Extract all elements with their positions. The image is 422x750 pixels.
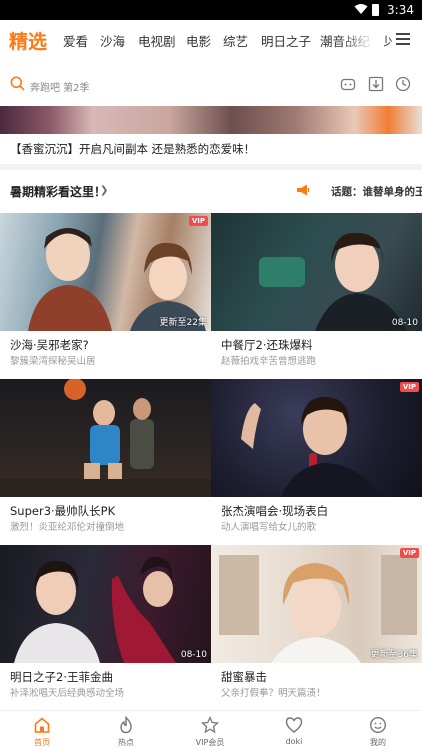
video-card[interactable]: Super3·最帅队长PK 激烈！炎亚纶邓伦对撞倒地 [0,379,211,539]
video-card[interactable]: VIP 更新至22集 沙海·吴邪老家? 黎簇梁湾探秘吴山居 [0,213,211,373]
card-title[interactable]: 中餐厅2·还珠爆料 [221,337,312,353]
thumbnail-art [0,379,211,497]
nav-label: doki [285,737,303,746]
tab-channel[interactable]: 明日之子 [261,31,311,50]
tab-featured[interactable]: 精选 [9,27,47,54]
video-thumbnail: 08-10 [0,545,211,663]
nav-doki[interactable]: doki [252,711,336,750]
clock: 3:34 [387,3,414,17]
thumbnail-art [219,555,417,663]
section-title[interactable]: 暑期精彩看这里！ [10,183,106,200]
nav-profile[interactable]: 我的 [336,711,420,750]
card-subtitle: 父亲打假拳？明天篇渍！ [221,688,326,699]
episode-count: 更新至22集 [159,318,207,328]
video-thumbnail: 08-10 [211,213,422,331]
thumbnail-art [259,232,407,331]
channel-fade [340,20,384,58]
video-thumbnail: VIP [211,379,422,497]
nav-hot[interactable]: 热点 [84,711,168,750]
status-bar: 3:34 [0,0,422,20]
flame-icon [120,716,132,734]
nav-label: VIP会员 [195,738,225,747]
search-placeholder: 奔跑吧 第2季 [30,83,90,94]
section-divider [0,164,422,170]
vip-badge: VIP [399,382,419,392]
banner-image[interactable] [0,106,422,134]
nav-home[interactable]: 首页 [0,711,84,750]
card-subtitle: 黎簇梁湾探秘吴山居 [10,356,96,367]
nav-vip[interactable]: VIP会员 [168,711,252,750]
download-icon[interactable] [368,76,384,92]
channel-menu-icon[interactable] [396,33,410,45]
bottom-nav: 首页 热点 VIP会员 doki 我的 [0,710,422,750]
card-title[interactable]: 张杰演唱会·现场表白 [221,503,328,519]
video-card[interactable]: 08-10 中餐厅2·还珠爆料 赵薇拍戏辛苦曾想逃跑 [211,213,422,373]
episode-date: 08-10 [180,650,207,660]
megaphone-icon [297,184,310,196]
chevron-right-icon[interactable]: ❯ [100,185,108,196]
thumbnail-art [28,228,206,331]
video-thumbnail: VIP 更新至22集 [0,213,211,331]
video-card[interactable]: 08-10 明日之子2·王菲金曲 补泽淞唱天后经典感动全场 [0,545,211,705]
vip-star-icon [201,716,219,734]
nav-label: 首页 [34,738,50,747]
battery-icon [372,4,379,16]
card-title[interactable]: 甜蜜暴击 [221,669,267,685]
tab-channel[interactable]: 电影 [186,31,211,50]
episode-count: 更新至36集 [370,650,418,660]
search-bar[interactable]: 奔跑吧 第2季 [0,64,422,106]
tab-channel[interactable]: 爱看 [63,31,88,50]
card-title[interactable]: 明日之子2·王菲金曲 [10,669,113,685]
card-subtitle: 补泽淞唱天后经典感动全场 [10,688,125,699]
card-subtitle: 动人演唱写给女儿的歌 [221,522,317,533]
vip-badge: VIP [399,548,419,558]
nav-label: 热点 [118,738,134,747]
search-icon [10,76,25,91]
game-controller-icon[interactable] [340,76,356,92]
thumbnail-art [241,396,381,497]
thumbnail-art [14,556,176,663]
vip-badge: VIP [188,216,208,226]
video-thumbnail [0,379,211,497]
card-title[interactable]: Super3·最帅队长PK [10,503,115,519]
tab-channel[interactable]: 综艺 [223,31,248,50]
topic-ticker[interactable]: 话题：谁替单身的王 [331,184,422,199]
profile-face-icon [369,716,387,734]
history-clock-icon[interactable] [395,76,411,92]
wifi-icon [354,4,368,14]
home-icon [34,717,50,733]
video-card[interactable]: VIP 更新至36集 甜蜜暴击 父亲打假拳？明天篇渍！ [211,545,422,705]
card-subtitle: 激烈！炎亚纶邓伦对撞倒地 [10,522,125,533]
nav-label: 我的 [370,738,386,747]
tab-channel[interactable]: 电视剧 [138,31,176,50]
video-thumbnail: VIP 更新至36集 [211,545,422,663]
banner-headline[interactable]: 【香蜜沉沉】开启凡间副本 还是熟悉的恋爱味！ [10,141,255,157]
card-subtitle: 赵薇拍戏辛苦曾想逃跑 [221,356,317,367]
tab-channel[interactable]: 沙海 [100,31,125,50]
channel-bar: 精选 爱看 沙海 电视剧 电影 综艺 明日之子 潮音战纪 少 [0,20,422,58]
video-card[interactable]: VIP 张杰演唱会·现场表白 动人演唱写给女儿的歌 [211,379,422,539]
doki-heart-icon [285,717,303,733]
episode-date: 08-10 [391,318,418,328]
card-title[interactable]: 沙海·吴邪老家? [10,337,89,353]
